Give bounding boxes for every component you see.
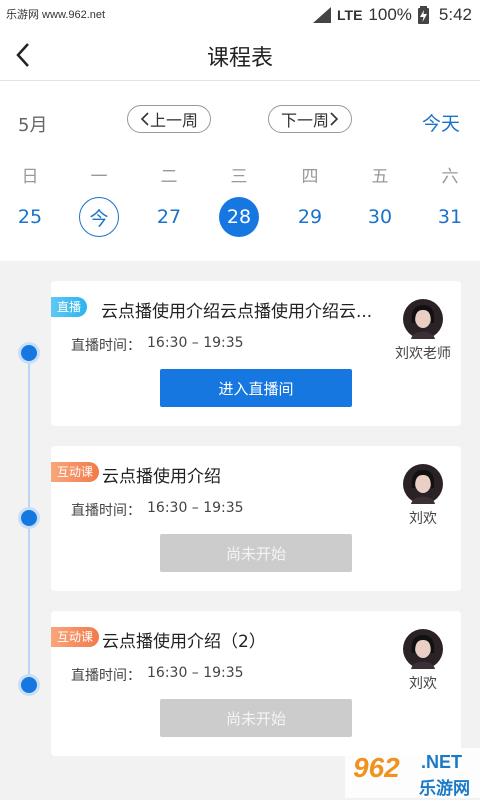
course-card[interactable]: 互动课 云点播使用介绍 直播时间： 16:30 – 19:35 刘欢 尚未开始 <box>51 446 461 591</box>
status-bar: 乐游网 www.962.net LTE 100% 5:42 <box>0 0 480 30</box>
next-week-label: 下一周 <box>280 111 329 130</box>
app-header: 课程表 <box>0 30 480 81</box>
date-tue[interactable]: 27 <box>149 197 189 237</box>
course-title: 云点播使用介绍云点播使用介绍云... <box>101 302 373 322</box>
date-fri[interactable]: 30 <box>360 197 400 237</box>
battery-percent: 100% <box>368 5 412 24</box>
weekday-mon: 一 <box>90 167 108 187</box>
not-started-button[interactable]: 尚未开始 <box>160 699 352 737</box>
weekday-sun: 日 <box>21 167 39 187</box>
date-sun[interactable]: 25 <box>10 197 50 237</box>
timeline-dot <box>21 345 37 361</box>
chevron-right-icon <box>330 112 339 126</box>
teacher-name: 刘欢老师 <box>395 346 451 362</box>
watermark-net: .NET <box>421 752 463 772</box>
weekday-tue: 二 <box>160 167 178 187</box>
site-watermark: 962 .NET 乐游网 <box>345 748 480 799</box>
month-label: 5月 <box>18 115 48 136</box>
battery-charging-icon <box>417 6 429 24</box>
time-value: 16:30 – 19:35 <box>147 335 244 351</box>
watermark-site: 乐游网 <box>419 779 470 799</box>
teacher-avatar <box>403 629 443 669</box>
enter-live-button[interactable]: 进入直播间 <box>160 369 352 407</box>
timeline-dot <box>21 510 37 526</box>
page-title: 课程表 <box>206 46 273 71</box>
time-value: 16:30 – 19:35 <box>147 500 244 516</box>
time-label: 直播时间： <box>71 503 141 519</box>
weekday-fri: 五 <box>371 167 389 187</box>
interactive-tag: 互动课 <box>51 462 100 482</box>
not-started-button[interactable]: 尚未开始 <box>160 534 352 572</box>
date-thu[interactable]: 29 <box>290 197 330 237</box>
week-calendar: 5月 上一周 下一周 今天 日 一 二 三 四 五 六 25 今 27 28 2… <box>0 81 480 261</box>
course-card[interactable]: 直播 云点播使用介绍云点播使用介绍云... 直播时间： 16:30 – 19:3… <box>51 281 461 426</box>
next-week-button[interactable]: 下一周 <box>268 105 352 133</box>
weekday-thu: 四 <box>301 167 319 187</box>
weekday-sat: 六 <box>441 167 459 187</box>
teacher-name: 刘欢 <box>409 511 437 527</box>
time-label: 直播时间： <box>71 338 141 354</box>
date-today[interactable]: 今 <box>79 197 119 237</box>
prev-week-button[interactable]: 上一周 <box>127 105 211 133</box>
course-title: 云点播使用介绍（2） <box>102 632 266 652</box>
status-watermark-text: 乐游网 www.962.net <box>6 9 106 21</box>
date-selected[interactable]: 28 <box>219 197 259 237</box>
live-tag: 直播 <box>51 297 88 317</box>
clock: 5:42 <box>438 5 472 24</box>
time-value: 16:30 – 19:35 <box>147 665 244 681</box>
teacher-avatar <box>403 464 443 504</box>
today-button[interactable]: 今天 <box>422 109 460 136</box>
teacher-avatar <box>403 299 443 339</box>
network-type: LTE <box>337 7 363 23</box>
watermark-number: 962 <box>353 752 400 783</box>
chevron-left-icon <box>140 112 149 126</box>
teacher-name: 刘欢 <box>409 676 437 692</box>
course-card[interactable]: 互动课 云点播使用介绍（2） 直播时间： 16:30 – 19:35 刘欢 尚未… <box>51 611 461 756</box>
prev-week-label: 上一周 <box>149 111 198 130</box>
time-label: 直播时间： <box>71 668 141 684</box>
date-sat[interactable]: 31 <box>430 197 470 237</box>
status-icons: LTE 100% 5:42 <box>313 4 472 26</box>
weekday-wed: 三 <box>230 167 248 187</box>
interactive-tag: 互动课 <box>51 627 100 647</box>
course-title: 云点播使用介绍 <box>102 467 221 487</box>
signal-icon <box>313 7 332 23</box>
timeline-dot <box>21 677 37 693</box>
